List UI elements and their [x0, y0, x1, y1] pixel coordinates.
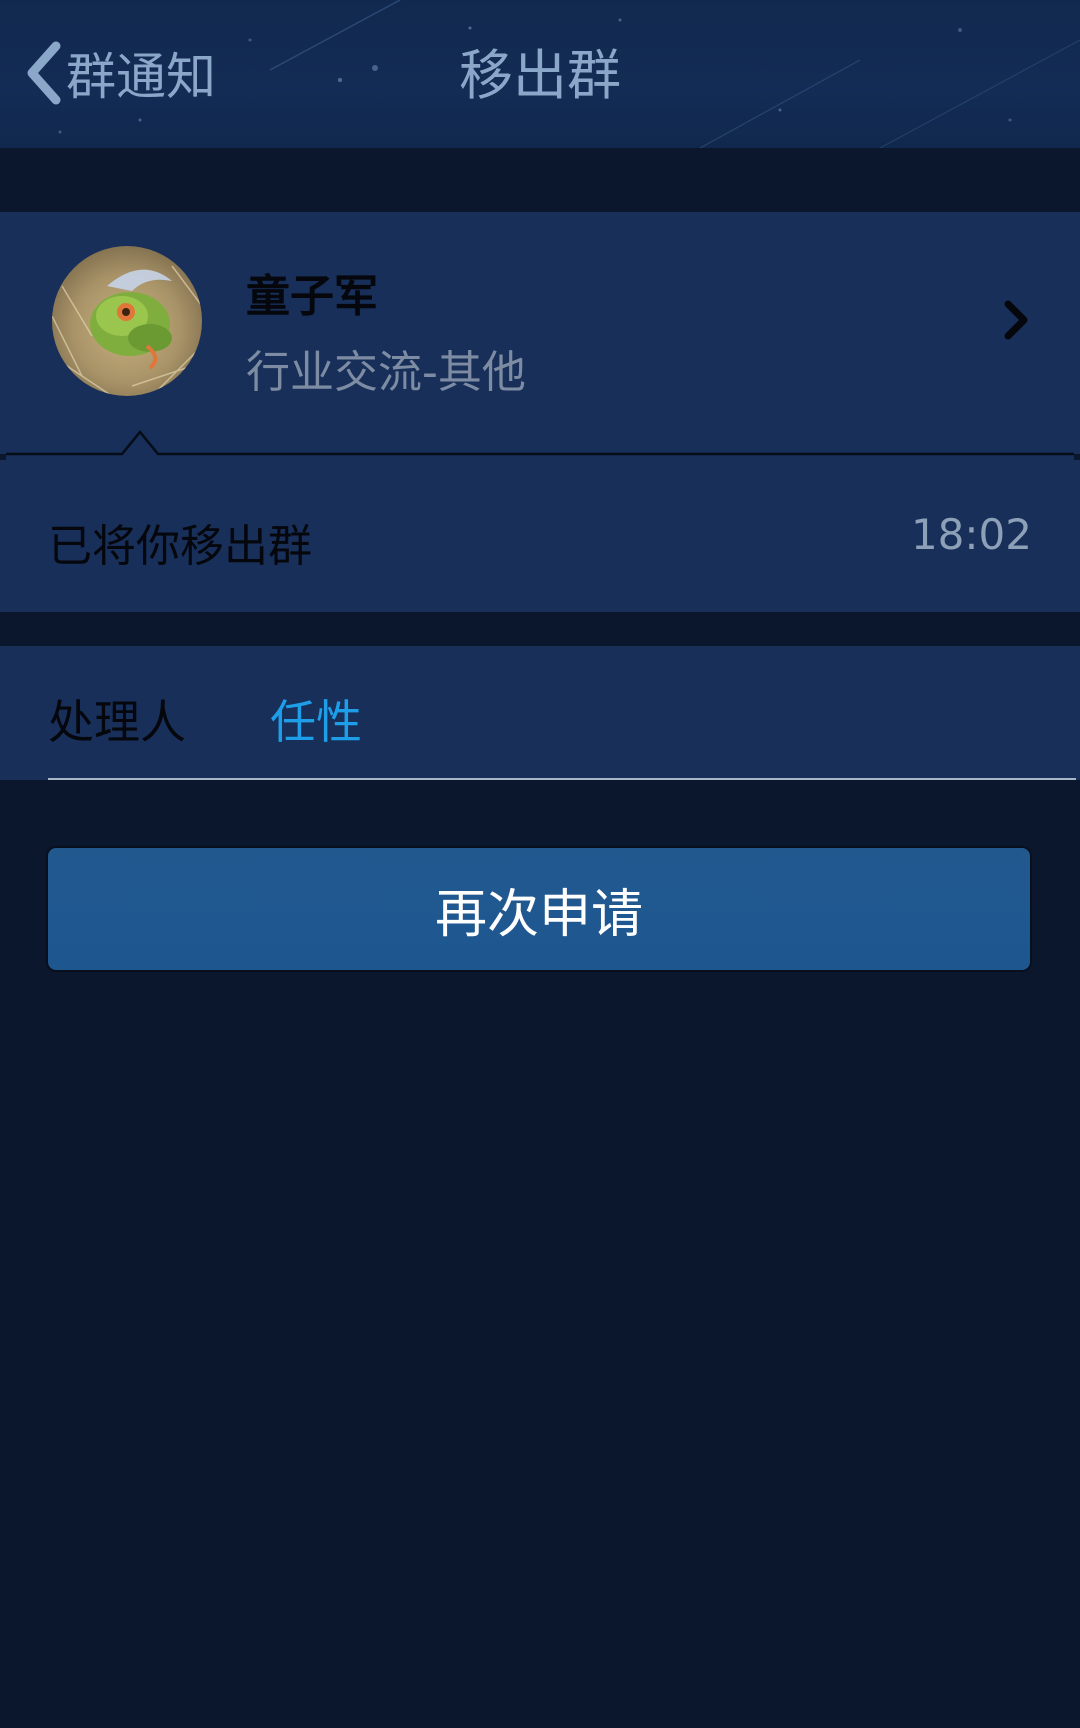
reapply-button[interactable]: 再次申请 [46, 846, 1032, 972]
group-removal-page: 群通知 移出群 童子军 行业交流-其他 已将你移出群 18:02 处理人 任性 … [0, 0, 1080, 1728]
group-category: 行业交流-其他 [246, 347, 526, 398]
handler-name-link[interactable]: 任性 [270, 686, 362, 752]
chevron-right-icon [1004, 300, 1028, 340]
handler-row: 处理人 任性 [0, 646, 1080, 780]
group-info-card[interactable]: 童子军 行业交流-其他 [0, 212, 1080, 454]
card-divider [6, 424, 1074, 460]
notice-row: 已将你移出群 18:02 [0, 460, 1080, 612]
group-name: 童子军 [246, 271, 378, 322]
handler-label: 处理人 [48, 695, 186, 749]
group-avatar [52, 246, 202, 396]
page-title: 移出群 [459, 44, 621, 107]
top-nav-bar: 群通知 移出群 [0, 0, 1080, 148]
notice-time: 18:02 [910, 510, 1032, 559]
handler-divider [48, 778, 1076, 780]
notice-message: 已将你移出群 [48, 521, 312, 572]
